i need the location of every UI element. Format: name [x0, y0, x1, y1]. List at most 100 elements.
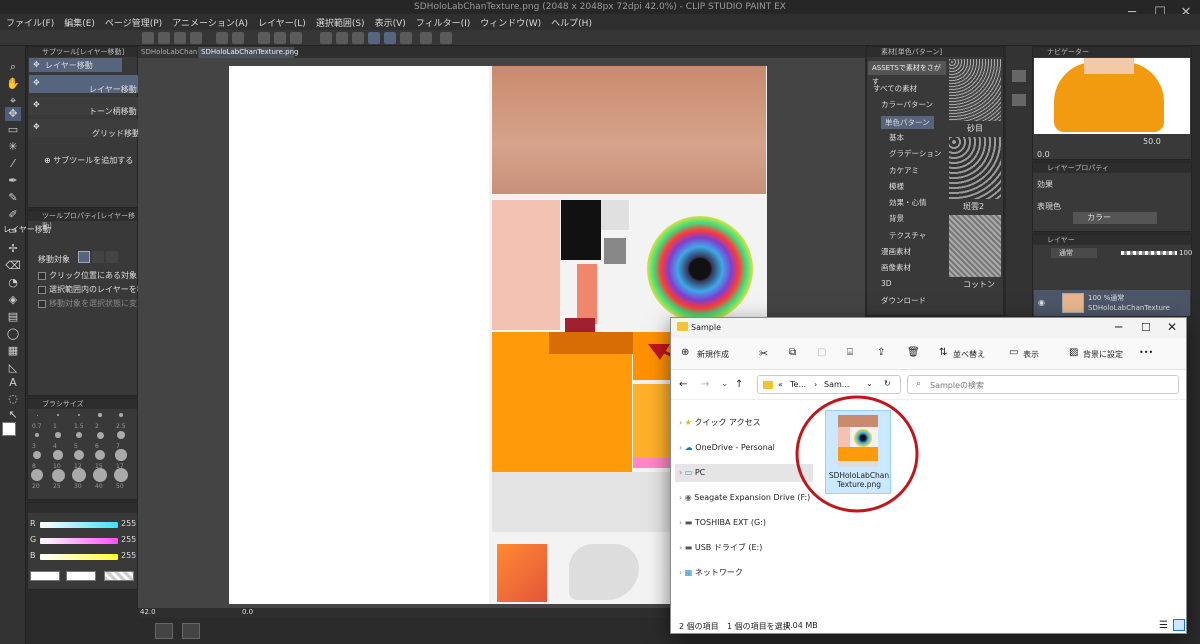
back-icon[interactable]: ← — [679, 379, 687, 390]
auto-select-tool-icon[interactable]: ✳ — [5, 140, 21, 154]
paste-icon[interactable]: ▢ — [817, 347, 826, 358]
r-slider[interactable] — [40, 522, 118, 528]
undo-icon[interactable] — [216, 32, 228, 44]
material-tree-item[interactable]: 模様 — [889, 181, 904, 192]
delete-icon[interactable]: 🗑 — [907, 347, 920, 358]
share-icon[interactable]: ⇪ — [877, 347, 885, 358]
zoom-tool-icon[interactable]: ⌕ — [5, 60, 21, 74]
nav-toshiba-drive[interactable]: › ▬ TOSHIBA EXT (G:) — [675, 514, 813, 532]
canvas-page[interactable] — [229, 66, 489, 604]
nav-quick-access[interactable]: › ★ クイック アクセス — [675, 414, 813, 432]
option-select-target[interactable]: 移動対象を選択状態に変更 — [38, 298, 145, 309]
search-input[interactable]: ⌕ Sampleの検索 — [907, 375, 1179, 394]
material-tree-item[interactable]: テクスチャ — [889, 230, 926, 241]
subtool-item[interactable]: ✥ トーン柄移動 — [29, 97, 148, 116]
explorer-minimize-button[interactable]: ─ — [1115, 320, 1122, 334]
settings-icon[interactable] — [420, 32, 432, 44]
blend-mode-select[interactable]: 通常 — [1051, 248, 1097, 258]
assets-search-button[interactable]: ASSETSで素材をさがす — [868, 61, 946, 86]
brush-size-preset[interactable] — [96, 431, 104, 439]
brush-size-preset[interactable] — [94, 449, 106, 461]
material-tree-item[interactable]: すべての素材 — [873, 83, 917, 94]
menu-view[interactable]: 表示(V) — [375, 16, 406, 29]
target-grid-button[interactable] — [106, 251, 118, 263]
close-panel-icon[interactable] — [1012, 94, 1026, 106]
transparent-color-chip[interactable] — [104, 571, 134, 581]
fill-icon[interactable] — [290, 32, 302, 44]
material-thumb[interactable] — [949, 137, 1001, 199]
open-file-icon[interactable] — [158, 32, 170, 44]
brush-size-preset[interactable] — [53, 450, 63, 460]
brush-size-preset[interactable] — [117, 431, 125, 439]
nav-seagate-drive[interactable]: › ◉ Seagate Expansion Drive (F:) — [675, 489, 813, 507]
target-layer-button[interactable] — [78, 251, 90, 263]
deselect-icon[interactable] — [336, 32, 348, 44]
brush-size-preset[interactable] — [93, 468, 107, 482]
move-layer-tool-icon[interactable]: ✥ — [5, 107, 21, 121]
nav-pc[interactable]: › ▭ PC — [675, 464, 813, 482]
b-slider[interactable] — [40, 554, 118, 560]
layer-row[interactable]: ◉ 100 %通常 SDHoloLabChanTexture — [1034, 290, 1190, 316]
material-thumb[interactable] — [949, 215, 1001, 277]
nav-usb-drive[interactable]: › ▬ USB ドライブ (E:) — [675, 539, 813, 557]
add-subtool-button[interactable]: ⊕ サブツールを追加する — [44, 155, 133, 166]
file-item[interactable]: SDHoloLabChanTexture.png — [825, 410, 891, 494]
navigator-preview[interactable] — [1034, 58, 1190, 134]
tab-texture[interactable]: SDHoloLabChanTexture.png — [198, 47, 298, 58]
close-panel-icon[interactable] — [1012, 70, 1026, 82]
view-button[interactable]: 表示 — [1023, 349, 1039, 360]
fill-tool-icon[interactable]: ◈ — [5, 293, 21, 307]
brush-size-preset[interactable] — [36, 414, 38, 416]
brush-size-preset[interactable] — [32, 450, 42, 460]
up-icon[interactable]: ↑ — [735, 379, 743, 390]
copy-icon[interactable]: ⧉ — [789, 347, 796, 358]
sub-color-chip[interactable] — [66, 571, 96, 581]
nav-onedrive[interactable]: › ☁ OneDrive - Personal — [675, 439, 813, 457]
new-button[interactable]: 新規作成 — [697, 349, 729, 360]
selection-tool-icon[interactable]: ▭ — [5, 123, 21, 137]
main-color-swatch[interactable] — [2, 422, 16, 436]
menu-animation[interactable]: アニメーション(A) — [172, 16, 248, 29]
save-icon[interactable] — [174, 32, 186, 44]
g-slider[interactable] — [40, 538, 118, 544]
snap-grid-icon[interactable] — [400, 32, 412, 44]
blend-tool-icon[interactable]: ◔ — [5, 276, 21, 290]
decoration-tool-icon[interactable]: ✢ — [5, 242, 21, 256]
target-tone-button[interactable] — [92, 251, 104, 263]
expression-select[interactable]: カラー — [1073, 212, 1157, 224]
frame-tool-icon[interactable]: ▦ — [5, 344, 21, 358]
path-dropdown-icon[interactable]: ⌄ — [866, 379, 873, 388]
refresh-icon[interactable]: ↻ — [884, 379, 891, 388]
option-selection-layers[interactable]: 選択範囲内のレイヤーを移動 — [38, 284, 153, 295]
material-tree-item[interactable]: 3D — [881, 279, 892, 288]
export-icon[interactable] — [190, 32, 202, 44]
operation-tool-icon[interactable]: ⌖ — [5, 94, 21, 108]
rename-icon[interactable]: ⌸ — [847, 347, 853, 358]
brush-size-preset[interactable] — [74, 450, 84, 460]
menu-file[interactable]: ファイル(F) — [6, 16, 54, 29]
set-background-button[interactable]: 背景に設定 — [1083, 349, 1123, 360]
material-tree-item[interactable]: カケアミ — [889, 165, 919, 176]
subtool-item[interactable]: ✥ グリッド移動 — [29, 119, 148, 138]
brush-size-preset[interactable] — [51, 468, 65, 482]
recent-dropdown-icon[interactable]: ⌄ — [721, 379, 729, 389]
material-tree-item[interactable]: 基本 — [889, 132, 904, 143]
search-icon[interactable] — [440, 32, 452, 44]
brush-size-preset[interactable] — [115, 449, 127, 461]
brush-size-preset[interactable] — [77, 413, 81, 417]
correct-line-tool-icon[interactable]: ↖ — [5, 408, 21, 422]
snap-ruler-icon[interactable] — [368, 32, 380, 44]
brush-size-preset[interactable] — [98, 413, 102, 417]
clear-outside-icon[interactable] — [274, 32, 286, 44]
explorer-close-button[interactable]: ✕ — [1167, 320, 1177, 334]
material-tree-item[interactable]: ダウンロード — [881, 295, 926, 306]
menu-edit[interactable]: 編集(E) — [64, 16, 95, 29]
material-tree-item[interactable]: グラデーション — [889, 148, 941, 159]
figure-tool-icon[interactable]: ◯ — [5, 327, 21, 341]
brush-size-preset[interactable] — [34, 432, 40, 438]
clear-icon[interactable] — [258, 32, 270, 44]
brush-tool-icon[interactable]: ✐ — [5, 208, 21, 222]
eraser-tool-icon[interactable]: ⌫ — [5, 259, 21, 273]
main-color-chip[interactable] — [30, 571, 60, 581]
layout-icon[interactable] — [182, 623, 200, 639]
